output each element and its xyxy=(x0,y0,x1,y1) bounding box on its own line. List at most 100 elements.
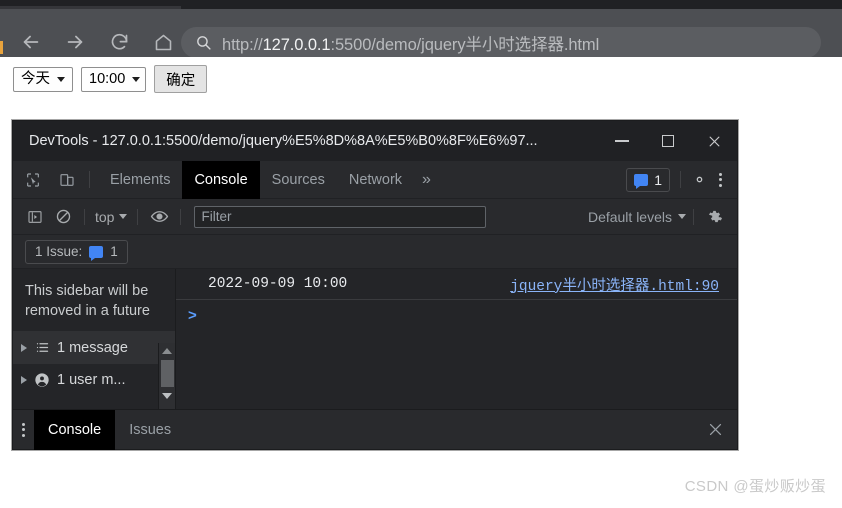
home-icon[interactable] xyxy=(150,29,176,55)
address-bar[interactable]: http://127.0.0.1:5500/demo/jquery半小时选择器.… xyxy=(181,27,821,58)
clear-console-icon[interactable] xyxy=(49,204,77,230)
drawer-tab-console-label: Console xyxy=(48,421,102,438)
window-controls xyxy=(599,121,737,161)
sidebar-item-messages-label: 1 message xyxy=(57,339,128,356)
edge-marker xyxy=(0,41,3,54)
console-sidebar: This sidebar will be removed in a future… xyxy=(13,269,176,409)
browser-tab-strip xyxy=(0,0,842,9)
devtools-drawer: Console Issues xyxy=(13,409,737,450)
list-icon xyxy=(34,340,50,356)
tab-network[interactable]: Network xyxy=(337,161,414,199)
csdn-watermark: CSDN @蛋炒贩炒蛋 xyxy=(684,478,826,495)
live-expression-icon[interactable] xyxy=(145,204,173,230)
issues-summary-count: 1 xyxy=(110,244,118,259)
drawer-close-icon[interactable] xyxy=(693,410,737,450)
page-form-controls: 今天 10:00 确定 xyxy=(13,65,208,93)
screenshot-root: http://127.0.0.1:5500/demo/jquery半小时选择器.… xyxy=(0,0,842,508)
message-icon xyxy=(89,245,104,261)
confirm-button-label: 确定 xyxy=(166,72,196,89)
back-icon[interactable] xyxy=(18,29,44,55)
gear-icon[interactable] xyxy=(691,171,708,188)
execution-context-selector[interactable]: top xyxy=(92,209,130,225)
time-select-value: 10:00 xyxy=(89,70,126,87)
more-tabs-icon[interactable]: » xyxy=(414,171,439,189)
scrollbar-thumb[interactable] xyxy=(160,360,174,387)
divider xyxy=(680,171,681,188)
browser-toolbar: http://127.0.0.1:5500/demo/jquery半小时选择器.… xyxy=(0,9,842,58)
sidebar-item-user-messages-label: 1 user m... xyxy=(57,371,126,388)
sidebar-item-user-messages[interactable]: 1 user m... xyxy=(13,363,175,395)
console-body: This sidebar will be removed in a future… xyxy=(13,269,737,409)
minimize-icon[interactable] xyxy=(599,121,645,161)
url-scheme: http:// xyxy=(222,35,263,54)
url-host: 127.0.0.1 xyxy=(262,35,331,54)
scroll-down-icon[interactable] xyxy=(159,388,176,404)
issues-bar: 1 Issue: 1 xyxy=(13,235,737,269)
confirm-button[interactable]: 确定 xyxy=(154,65,208,93)
chevron-down-icon xyxy=(678,214,686,219)
console-message-source-link[interactable]: jquery半小时选择器.html:90 xyxy=(510,274,737,295)
console-message-text: 2022-09-09 10:00 xyxy=(208,276,348,292)
filter-placeholder: Filter xyxy=(201,209,232,224)
day-select[interactable]: 今天 xyxy=(13,66,73,92)
tab-sources[interactable]: Sources xyxy=(260,161,337,199)
time-select[interactable]: 10:00 xyxy=(81,66,147,92)
console-empty-area[interactable] xyxy=(176,330,737,409)
devtools-tabbar: Elements Console Sources Network » 1 xyxy=(13,160,737,199)
maximize-icon[interactable] xyxy=(645,121,691,161)
chevron-down-icon xyxy=(57,76,65,82)
device-toolbar-icon[interactable] xyxy=(53,167,81,193)
reload-icon[interactable] xyxy=(106,29,132,55)
devtools-window-title: DevTools - 127.0.0.1:5500/demo/jquery%E5… xyxy=(29,133,538,149)
tab-console[interactable]: Console xyxy=(182,160,260,199)
more-options-icon[interactable] xyxy=(710,172,731,187)
close-icon[interactable] xyxy=(691,121,737,161)
issues-summary-text: 1 Issue: xyxy=(35,244,83,259)
console-message-row[interactable]: 2022-09-09 10:00 jquery半小时选择器.html:90 xyxy=(176,269,737,300)
issues-badge[interactable]: 1 xyxy=(626,167,670,192)
sidebar-scrollbar[interactable] xyxy=(158,343,175,409)
divider xyxy=(180,208,182,225)
forward-icon[interactable] xyxy=(62,29,88,55)
issues-summary-chip[interactable]: 1 Issue: 1 xyxy=(25,239,128,264)
divider xyxy=(84,208,85,225)
execution-context-label: top xyxy=(95,208,115,225)
sidebar-deprecation-note: This sidebar will be removed in a future xyxy=(25,283,150,319)
tab-sources-label: Sources xyxy=(271,171,325,188)
tab-console-label: Console xyxy=(194,171,248,188)
console-toolbar: top Filter Default levels xyxy=(13,199,737,235)
devtools-window: DevTools - 127.0.0.1:5500/demo/jquery%E5… xyxy=(12,120,738,450)
url-path: :5500/demo/jquery半小时选择器.html xyxy=(330,35,600,54)
chevron-right-icon xyxy=(21,343,27,352)
drawer-tab-issues[interactable]: Issues xyxy=(115,410,185,450)
devtools-titlebar: DevTools - 127.0.0.1:5500/demo/jquery%E5… xyxy=(13,121,737,161)
divider xyxy=(137,208,139,225)
drawer-tab-console[interactable]: Console xyxy=(34,409,116,450)
sidebar-toggle-icon[interactable] xyxy=(21,204,49,230)
divider xyxy=(693,208,694,225)
chevron-right-icon xyxy=(21,375,27,384)
console-messages-panel: 2022-09-09 10:00 jquery半小时选择器.html:90 > xyxy=(176,269,737,409)
inspect-element-icon[interactable] xyxy=(19,167,47,193)
log-levels-label: Default levels xyxy=(587,208,672,225)
day-select-value: 今天 xyxy=(21,70,50,87)
log-levels-selector[interactable]: Default levels xyxy=(588,209,686,225)
search-icon xyxy=(195,34,212,51)
chevron-down-icon xyxy=(132,76,141,82)
scroll-up-icon[interactable] xyxy=(159,343,176,359)
sidebar-item-messages[interactable]: 1 message xyxy=(13,331,175,363)
tab-network-label: Network xyxy=(348,171,403,188)
tab-elements-label: Elements xyxy=(110,171,171,188)
filter-input[interactable]: Filter xyxy=(194,205,487,228)
issues-badge-count: 1 xyxy=(654,171,662,188)
console-settings-gear-icon[interactable] xyxy=(701,204,729,230)
message-icon xyxy=(634,173,649,189)
drawer-more-options-icon[interactable] xyxy=(13,422,34,437)
tab-elements[interactable]: Elements xyxy=(98,161,182,199)
devtools-tabbar-right: 1 xyxy=(626,167,737,192)
user-icon xyxy=(34,372,50,388)
drawer-tab-issues-label: Issues xyxy=(129,421,172,438)
chevron-down-icon xyxy=(119,214,128,219)
console-input-prompt[interactable]: > xyxy=(176,300,737,330)
address-bar-url: http://127.0.0.1:5500/demo/jquery半小时选择器.… xyxy=(222,31,599,55)
